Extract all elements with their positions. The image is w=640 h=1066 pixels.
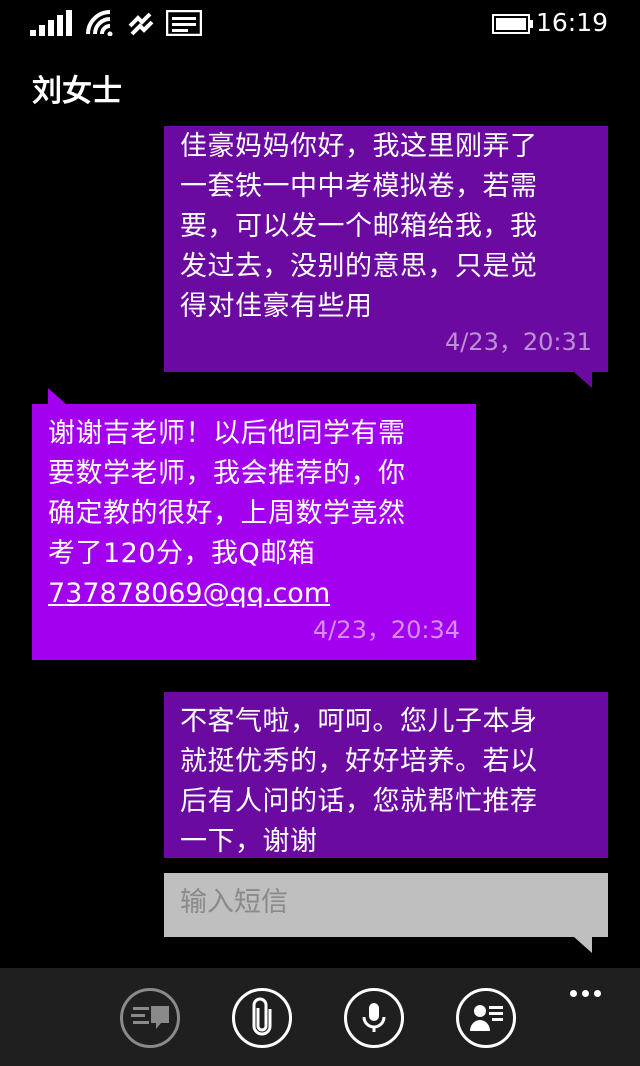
- switch-icon: [131, 1006, 169, 1029]
- clock: 16:19: [535, 8, 608, 37]
- message-bubble-incoming[interactable]: 谢谢吉老师！以后他同学有需 要数学老师，我会推荐的，你 确定教的很好，上周数学竟…: [32, 388, 476, 660]
- compose-box[interactable]: [164, 873, 608, 953]
- microphone-button[interactable]: [344, 988, 404, 1048]
- contact-name: 刘女士: [32, 74, 122, 109]
- message-text: 谢谢吉老师！以后他同学有需 要数学老师，我会推荐的，你 确定教的很好，上周数学竟…: [48, 418, 406, 569]
- signal-bars-icon: [30, 10, 72, 36]
- message-bubble-outgoing[interactable]: 不客气啦，呵呵。您儿子本身 就挺优秀的，好好培养。若以 后有人问的话，您就帮忙推…: [164, 692, 608, 858]
- battery-icon: [492, 14, 533, 34]
- bubble-tail: [574, 372, 592, 388]
- message-icon: [166, 10, 202, 36]
- wifi-icon: [86, 10, 113, 36]
- bubble-tail: [48, 388, 66, 404]
- data-sense-icon: [128, 12, 154, 36]
- email-link[interactable]: 737878069@qq.com: [48, 574, 460, 614]
- message-timestamp: 4/23，20:31: [444, 328, 592, 356]
- message-timestamp: 4/23，20:34: [312, 616, 460, 644]
- attach-button[interactable]: [232, 988, 292, 1048]
- compose-tail: [574, 937, 592, 953]
- attach-icon: [252, 997, 272, 1036]
- app-bar: [0, 968, 640, 1066]
- microphone-icon: [362, 1003, 386, 1032]
- message-input[interactable]: [180, 887, 592, 918]
- message-text: 不客气啦，呵呵。您儿子本身 就挺优秀的，好好培养。若以 后有人问的话，您就帮忙推…: [180, 706, 538, 857]
- status-bar: 16:19: [0, 0, 640, 48]
- message-text: 佳豪妈妈你好，我这里刚弄了 一套铁一中中考模拟卷，若需 要，可以发一个邮箱给我，…: [180, 131, 538, 322]
- contact-card-icon: [470, 1005, 503, 1031]
- more-icon[interactable]: [570, 982, 610, 997]
- contact-card-button[interactable]: [456, 988, 516, 1048]
- switch-button[interactable]: [120, 988, 180, 1048]
- message-bubble-outgoing[interactable]: 佳豪妈妈你好，我这里刚弄了 一套铁一中中考模拟卷，若需 要，可以发一个邮箱给我，…: [164, 126, 608, 388]
